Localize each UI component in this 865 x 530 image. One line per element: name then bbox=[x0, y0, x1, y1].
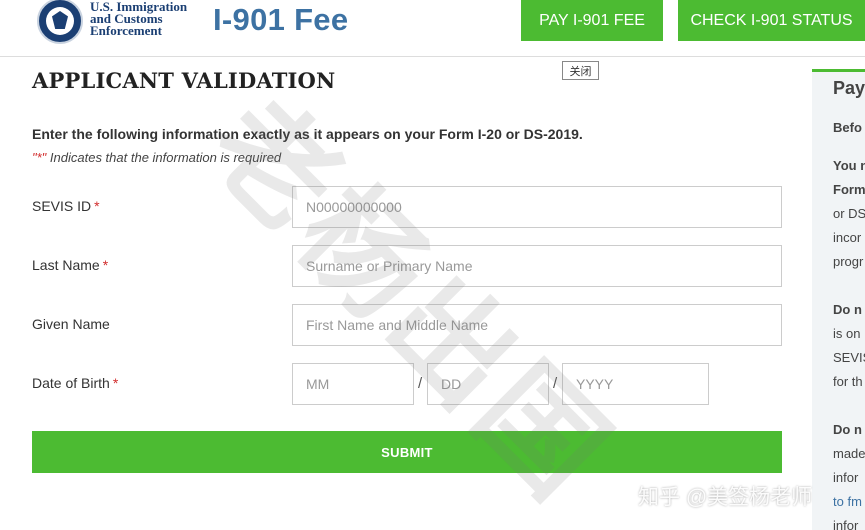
sidebar-line: Do n bbox=[833, 302, 862, 317]
required-note-text: Indicates that the information is requir… bbox=[46, 150, 282, 165]
sevis-id-placeholder: N00000000000 bbox=[306, 199, 402, 215]
dob-separator: / bbox=[418, 375, 423, 392]
date-of-birth-label-text: Date of Birth bbox=[32, 375, 110, 391]
required-asterisk: * bbox=[102, 257, 109, 273]
dob-year-placeholder: YYYY bbox=[576, 376, 614, 392]
sidebar-line: made bbox=[833, 446, 865, 461]
sidebar-line: for th bbox=[833, 374, 863, 389]
required-asterisk: * bbox=[112, 375, 119, 391]
sidebar-line: Befo bbox=[833, 120, 862, 135]
site-header: U.S. Immigration and Customs Enforcement… bbox=[0, 0, 865, 57]
sevis-id-input[interactable]: N00000000000 bbox=[292, 186, 782, 228]
check-status-button[interactable]: CHECK I-901 STATUS bbox=[678, 0, 865, 41]
sidebar-line: progr bbox=[833, 254, 864, 269]
sidebar-line: Do n bbox=[833, 422, 862, 437]
dhs-seal-icon bbox=[37, 0, 83, 44]
sidebar-line: infor bbox=[833, 518, 859, 530]
last-name-placeholder: Surname or Primary Name bbox=[306, 258, 473, 274]
payment-info-sidebar: Pay Befo You n Form or DS incor progr Do… bbox=[812, 69, 865, 530]
close-button[interactable]: 关闭 bbox=[562, 61, 599, 80]
dob-separator: / bbox=[553, 375, 558, 392]
pay-fee-button[interactable]: PAY I-901 FEE bbox=[521, 0, 663, 41]
sidebar-heading: Pay bbox=[833, 78, 865, 98]
given-name-input[interactable]: First Name and Middle Name bbox=[292, 304, 782, 346]
dob-month-input[interactable]: MM bbox=[292, 363, 414, 405]
last-name-label: Last Name * bbox=[32, 257, 108, 273]
app-title: I-901 Fee bbox=[213, 2, 349, 37]
last-name-label-text: Last Name bbox=[32, 257, 100, 273]
sidebar-line: You n bbox=[833, 158, 865, 173]
sidebar-line: infor bbox=[833, 470, 859, 485]
required-note-star: "*" bbox=[32, 150, 47, 165]
date-of-birth-label: Date of Birth * bbox=[32, 375, 118, 391]
agency-line-3: Enforcement bbox=[90, 23, 162, 38]
submit-button[interactable]: SUBMIT bbox=[32, 431, 782, 473]
required-asterisk: * bbox=[94, 198, 100, 214]
sidebar-line: SEVIS bbox=[833, 350, 865, 365]
given-name-label-text: Given Name bbox=[32, 316, 110, 332]
sidebar-link[interactable]: to fm bbox=[833, 490, 862, 514]
sidebar-line: incor bbox=[833, 230, 862, 245]
page-title: APPLICANT VALIDATION bbox=[32, 68, 336, 93]
required-note: "*" Indicates that the information is re… bbox=[32, 150, 281, 165]
last-name-input[interactable]: Surname or Primary Name bbox=[292, 245, 782, 287]
dob-year-input[interactable]: YYYY bbox=[562, 363, 709, 405]
sevis-id-label: SEVIS ID * bbox=[32, 198, 100, 214]
sidebar-line: or DS bbox=[833, 206, 865, 221]
form-instructions: Enter the following information exactly … bbox=[32, 126, 583, 142]
given-name-label: Given Name bbox=[32, 316, 110, 332]
dob-month-placeholder: MM bbox=[306, 376, 330, 392]
given-name-placeholder: First Name and Middle Name bbox=[306, 317, 489, 333]
sidebar-line: is on bbox=[833, 326, 861, 341]
sidebar-line: Form bbox=[833, 182, 865, 197]
dob-day-placeholder: DD bbox=[441, 376, 462, 392]
zhihu-watermark: 知乎 @美签杨老师 bbox=[638, 486, 813, 509]
agency-name: U.S. Immigration and Customs Enforcement bbox=[90, 0, 187, 38]
dob-day-input[interactable]: DD bbox=[427, 363, 549, 405]
sevis-id-label-text: SEVIS ID bbox=[32, 198, 92, 214]
